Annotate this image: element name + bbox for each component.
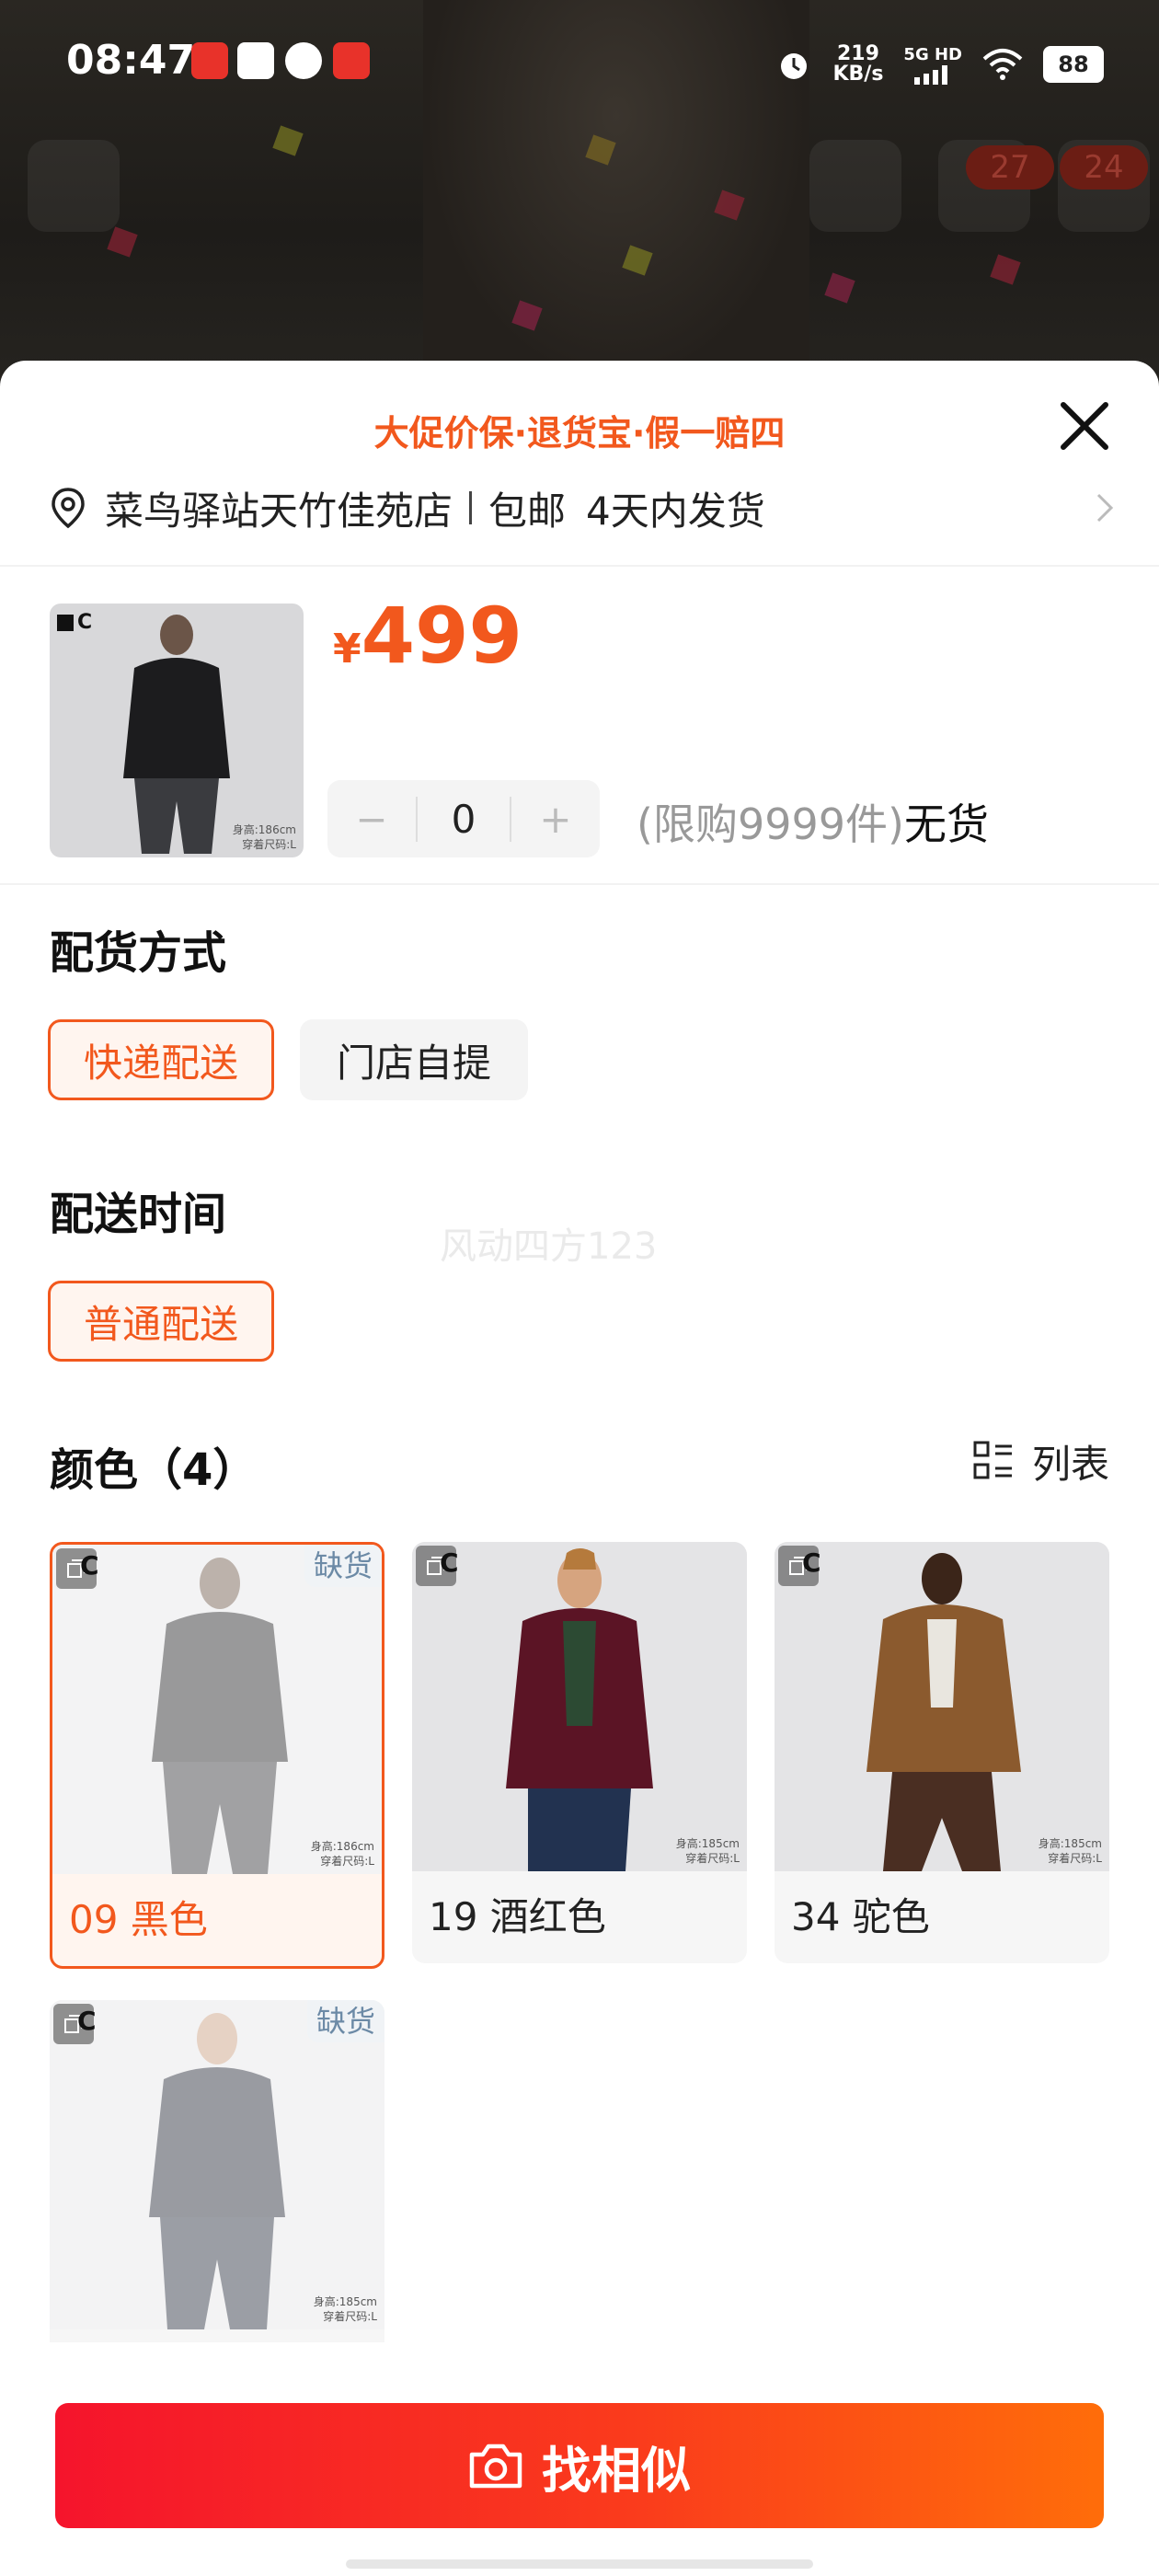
delivery-address-row[interactable]: 菜鸟驿站天竹佳苑店 包邮 4天内发货 [50, 480, 1117, 535]
alarm-icon [781, 53, 808, 79]
watermark: 风动四方123 [440, 1225, 658, 1268]
divider [0, 565, 1159, 567]
promo-banner: 大促价保·退货宝·假一赔四 [373, 413, 786, 454]
size-note: 身高:185cm 穿着尺码:L [675, 1837, 740, 1865]
delivery-method-title: 配货方式 [50, 927, 227, 979]
delivery-option-express[interactable]: 快递配送 [48, 1019, 274, 1100]
net-speed: 219 KB/s [832, 44, 883, 85]
ship-time: 4天内发货 [586, 488, 765, 534]
confetti [990, 254, 1021, 285]
color-option-label: 19 酒红色 [429, 1894, 606, 1939]
find-similar-button[interactable]: 找相似 [55, 2403, 1104, 2528]
app-notification-icon [333, 42, 370, 79]
signal-icon [914, 64, 948, 85]
price: ¥499 [333, 591, 522, 681]
out-of-stock-badge: 缺货 [304, 1545, 382, 1587]
list-view-label: 列表 [1031, 1442, 1109, 1487]
color-option-card[interactable]: C 身高:185cm 穿着尺码:L 34 驼色 [775, 1542, 1109, 1963]
brand-logo: C [80, 1550, 99, 1581]
pickup-store: 菜鸟驿站天竹佳苑店 [105, 488, 453, 534]
home-indicator[interactable] [346, 2559, 813, 2569]
brand-logo: C [57, 611, 92, 634]
confetti [824, 272, 855, 304]
price-value: 499 [361, 591, 522, 681]
color-option-card[interactable]: C 缺货 身高:186cm 穿着尺码:L 09 黑色 [50, 1542, 384, 1969]
cart-badge: 27 [966, 145, 1054, 190]
increase-button[interactable]: + [511, 797, 600, 842]
net-speed-value: 219 [836, 42, 879, 65]
out-of-stock-mask [52, 1545, 382, 1874]
color-option-image: C 缺货 身高:186cm 穿着尺码:L [52, 1545, 382, 1874]
quantity-stepper[interactable]: − 0 + [327, 780, 600, 857]
list-view-toggle[interactable]: 列表 [973, 1433, 1109, 1489]
app-notification-icon [285, 42, 322, 79]
color-title: 颜色（4） [50, 1444, 258, 1496]
stock-status: 无货 [903, 799, 989, 849]
confetti [107, 226, 138, 258]
separator [469, 491, 473, 524]
color-option-image: C 身高:185cm 穿着尺码:L [775, 1542, 1109, 1871]
model-figure [866, 1553, 1021, 1871]
color-option-card[interactable]: C 身高:185cm 穿着尺码:L 19 酒红色 [412, 1542, 747, 1963]
color-option-image: C 缺货 身高:185cm 穿着尺码:L [50, 2000, 384, 2329]
color-option-image: C 身高:185cm 穿着尺码:L [412, 1542, 747, 1871]
find-similar-label: 找相似 [542, 2441, 691, 2500]
brand-logo: C [802, 1547, 821, 1578]
net-speed-unit: KB/s [832, 63, 884, 86]
brand-logo: C [440, 1547, 459, 1578]
out-of-stock-mask [50, 2000, 384, 2329]
sku-selector-sheet: 大促价保·退货宝·假一赔四 菜鸟驿站天竹佳苑店 包邮 4天内发货 C 身高:18… [0, 361, 1159, 2576]
product-thumbnail[interactable]: C 身高:186cm 穿着尺码:L [50, 604, 304, 857]
model-figure [123, 615, 230, 854]
chevron-right-icon [1096, 493, 1114, 523]
model-figure [506, 1548, 653, 1871]
location-pin-icon [52, 488, 85, 529]
delivery-time-title: 配送时间 [50, 1189, 227, 1240]
divider [0, 883, 1159, 885]
quantity-value[interactable]: 0 [416, 796, 511, 842]
brand-logo: C [77, 2006, 97, 2036]
app-notification-icon [237, 42, 274, 79]
delivery-option-pickup[interactable]: 门店自提 [300, 1019, 528, 1100]
out-of-stock-badge: 缺货 [306, 2000, 384, 2042]
currency-symbol: ¥ [333, 626, 361, 673]
purchase-limit: (限购9999件)无货 [637, 791, 989, 852]
clock: 08:47 [66, 37, 196, 84]
limit-text: (限购9999件) [637, 799, 904, 849]
wifi-icon [982, 49, 1023, 80]
confetti [272, 125, 304, 156]
cellular-signal: 5G HD [903, 45, 962, 85]
decrease-button[interactable]: − [327, 797, 416, 842]
camera-icon [469, 2444, 522, 2489]
size-note: 身高:186cm 穿着尺码:L [310, 1840, 374, 1868]
app-notification-icon [191, 42, 228, 79]
network-type: 5G HD [903, 44, 962, 64]
status-icons: 219 KB/s 5G HD 88 [775, 37, 1104, 92]
share-button [809, 140, 901, 232]
size-note: 身高:185cm 穿着尺码:L [1038, 1837, 1102, 1865]
size-note: 身高:185cm 穿着尺码:L [313, 2295, 377, 2323]
status-bar: 08:47 219 KB/s 5G HD 88 [0, 0, 1159, 120]
size-note: 身高:186cm 穿着尺码:L [232, 823, 296, 851]
battery-indicator: 88 [1043, 46, 1104, 83]
message-badge: 24 [1060, 145, 1148, 190]
color-option-label: 09 黑色 [69, 1897, 208, 1942]
shipping-fee: 包邮 [488, 488, 567, 534]
list-view-icon [973, 1441, 1012, 1478]
back-button [28, 140, 120, 232]
close-icon[interactable] [1052, 394, 1117, 458]
color-option-label: 34 驼色 [791, 1894, 930, 1939]
delivery-time-standard[interactable]: 普通配送 [48, 1281, 274, 1362]
